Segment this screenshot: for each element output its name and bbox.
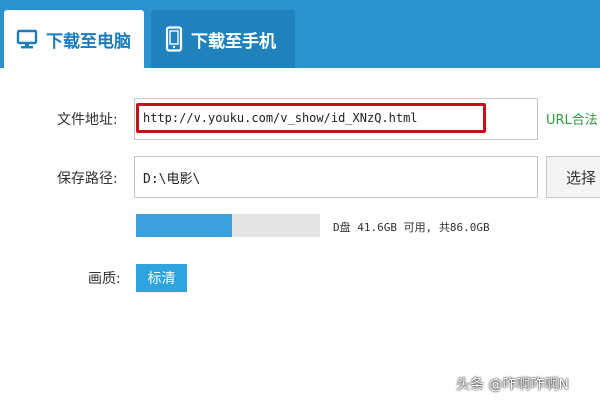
- disk-usage-bar: [136, 214, 320, 237]
- tab-download-to-pc[interactable]: 下载至电脑: [4, 10, 144, 68]
- tab-label: 下载至手机: [191, 31, 276, 52]
- url-status: URL合法: [546, 113, 598, 128]
- watermark: 头条 @咋啊咋啊N: [456, 377, 569, 393]
- url-value: http://v.youku.com/v_show/id_XNzQ.html: [143, 111, 418, 125]
- path-input[interactable]: D:\电影\: [134, 156, 538, 198]
- path-value: D:\电影\: [143, 171, 201, 187]
- url-value-highlight: http://v.youku.com/v_show/id_XNzQ.html: [136, 103, 486, 133]
- url-label: 文件地址:: [57, 112, 118, 128]
- choose-button[interactable]: 选择: [546, 156, 600, 198]
- monitor-icon: [16, 28, 38, 50]
- path-label: 保存路径:: [57, 171, 118, 187]
- quality-select[interactable]: 标清: [136, 264, 187, 292]
- disk-usage-fill: [136, 214, 232, 237]
- quality-label: 画质:: [88, 271, 121, 287]
- disk-space-text: D盘 41.6GB 可用, 共86.0GB: [333, 221, 490, 234]
- tab-download-to-phone[interactable]: 下载至手机: [151, 10, 295, 68]
- phone-icon: [165, 26, 183, 52]
- tab-label: 下载至电脑: [46, 31, 131, 52]
